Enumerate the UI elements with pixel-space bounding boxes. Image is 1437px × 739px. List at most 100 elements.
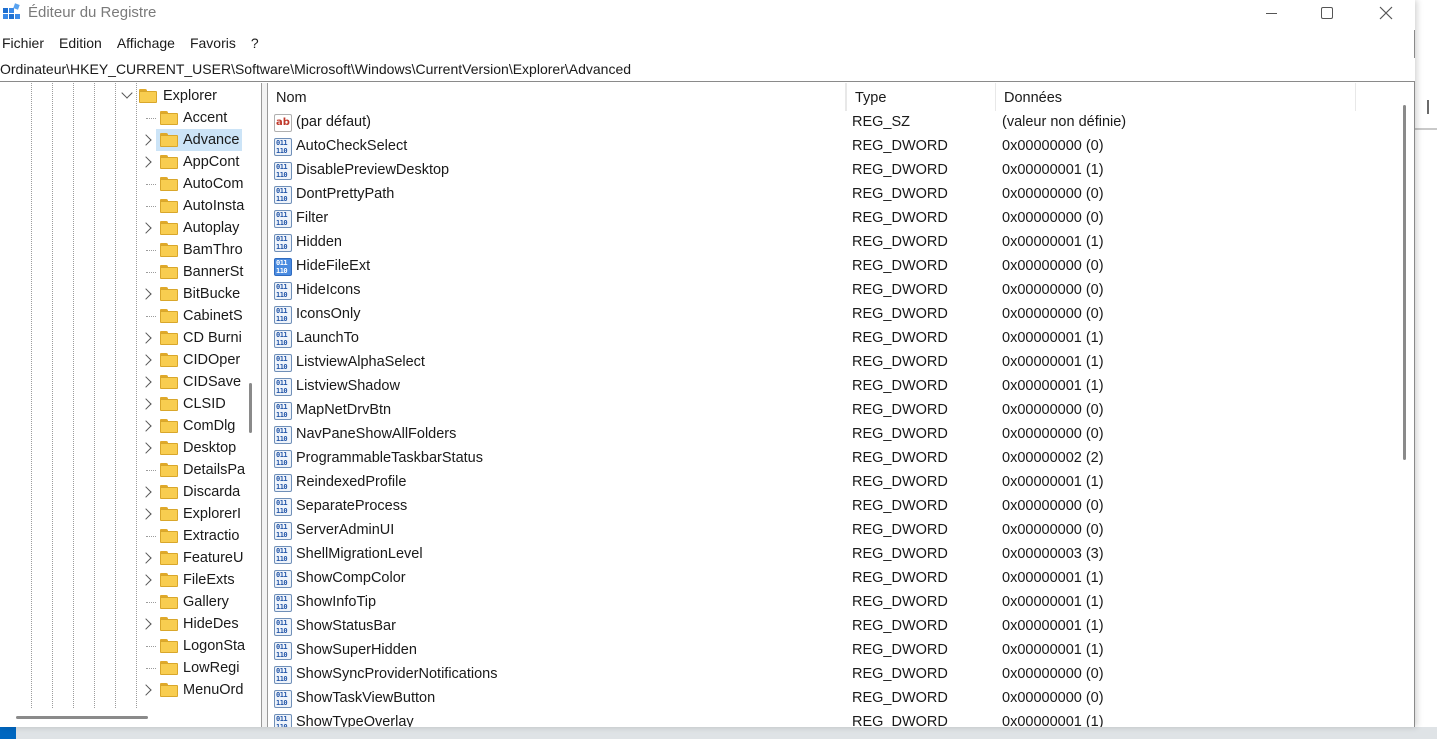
chevron-right-icon[interactable]: [140, 574, 152, 586]
minimize-button[interactable]: [1242, 0, 1300, 26]
tree-item-label[interactable]: HideDes: [183, 613, 239, 635]
menu-item[interactable]: Affichage: [115, 32, 182, 56]
address-bar[interactable]: Ordinateur\HKEY_CURRENT_USER\Software\Mi…: [0, 58, 1415, 82]
value-row[interactable]: ab (par défaut) REG_SZ (valeur non définie): [268, 111, 1394, 135]
folder-icon-body: [160, 245, 178, 257]
tree-item-label[interactable]: CD Burni: [183, 327, 242, 349]
value-row[interactable]: 011 110 HideIcons REG_DWORD 0x00000000 (0): [268, 279, 1394, 303]
value-name: DisablePreviewDesktop: [296, 162, 450, 178]
chevron-right-icon[interactable]: [140, 376, 152, 388]
tree-guide-line: [94, 83, 95, 708]
value-row[interactable]: 011 110 DisablePreviewDesktop REG_DWORD 0x00…: [268, 159, 1394, 183]
tree-item-label[interactable]: BannerSt: [183, 261, 243, 283]
chevron-right-icon[interactable]: [140, 684, 152, 696]
tree-horizontal-scroll-thumb[interactable]: [16, 716, 148, 719]
value-row[interactable]: 011 110 ListviewAlphaSelect REG_DWORD 0x0000…: [268, 351, 1394, 375]
value-row[interactable]: 011 110 Hidden REG_DWORD 0x00000001 (1): [268, 231, 1394, 255]
value-row[interactable]: 011 110 ShowSuperHidden REG_DWORD 0x00000001…: [268, 639, 1394, 663]
tree-item-label[interactable]: AutoCom: [183, 173, 243, 195]
dword-glyph: 011 110: [276, 499, 288, 515]
menu-item[interactable]: Fichier: [0, 32, 51, 56]
value-row[interactable]: 011 110 Filter REG_DWORD 0x00000000 (0): [268, 207, 1394, 231]
value-row[interactable]: 011 110 ShowStatusBar REG_DWORD 0x00000001 (…: [268, 615, 1394, 639]
title-bar[interactable]: Éditeur du Registre: [0, 0, 1415, 30]
tree-item-label[interactable]: FeatureU: [183, 547, 243, 569]
dword-glyph-line: 110: [276, 290, 288, 299]
value-row[interactable]: 011 110 ShowTypeOverlay REG_DWORD 0x00000001…: [268, 711, 1394, 727]
value-row[interactable]: 011 110 ShowCompColor REG_DWORD 0x00000001 (…: [268, 567, 1394, 591]
tree-item-label[interactable]: BamThro: [183, 239, 243, 261]
value-row[interactable]: 011 110 DontPrettyPath REG_DWORD 0x00000000 …: [268, 183, 1394, 207]
value-name: (par défaut): [296, 114, 371, 130]
tree-item-label[interactable]: CabinetS: [183, 305, 243, 327]
value-row[interactable]: 011 110 HideFileExt REG_DWORD 0x00000000 (0): [268, 255, 1394, 279]
tree-item-label[interactable]: CIDSave: [183, 371, 241, 393]
value-row[interactable]: 011 110 NavPaneShowAllFolders REG_DWORD 0x00…: [268, 423, 1394, 447]
menu-item[interactable]: Favoris: [188, 32, 243, 56]
values-vertical-scrollbar[interactable]: [1394, 83, 1414, 727]
tree-item-label[interactable]: LogonSta: [183, 635, 245, 657]
folder-icon: [160, 463, 178, 477]
column-header-name[interactable]: Nom: [268, 83, 846, 111]
chevron-right-icon[interactable]: [140, 552, 152, 564]
address-path[interactable]: Ordinateur\HKEY_CURRENT_USER\Software\Mi…: [0, 61, 631, 77]
column-header-type[interactable]: Type: [846, 83, 996, 111]
chevron-right-icon[interactable]: [140, 618, 152, 630]
chevron-right-icon[interactable]: [140, 332, 152, 344]
value-row[interactable]: 011 110 MapNetDrvBtn REG_DWORD 0x00000000 (0…: [268, 399, 1394, 423]
tree-item-label[interactable]: BitBucke: [183, 283, 240, 305]
menu-item[interactable]: Edition: [57, 32, 109, 56]
tree-item-label[interactable]: MenuOrd: [183, 679, 243, 701]
chevron-down-icon[interactable]: [121, 87, 133, 99]
chevron-right-icon[interactable]: [140, 508, 152, 520]
tree-item-label[interactable]: AppCont: [183, 151, 239, 173]
dword-value-icon: 011 110: [274, 426, 292, 444]
tree-item-label[interactable]: DetailsPa: [183, 459, 245, 481]
value-row[interactable]: 011 110 IconsOnly REG_DWORD 0x00000000 (0): [268, 303, 1394, 327]
tree-item-label[interactable]: Gallery: [183, 591, 229, 613]
chevron-right-icon[interactable]: [140, 288, 152, 300]
tree-item-label[interactable]: Discarda: [183, 481, 240, 503]
tree-item-label[interactable]: ComDlg: [183, 415, 235, 437]
value-row[interactable]: 011 110 ShowTaskViewButton REG_DWORD 0x00000…: [268, 687, 1394, 711]
value-row[interactable]: 011 110 ShellMigrationLevel REG_DWORD 0x0000…: [268, 543, 1394, 567]
tree-item-label[interactable]: LowRegi: [183, 657, 239, 679]
values-vertical-scroll-thumb[interactable]: [1403, 105, 1406, 460]
chevron-right-icon[interactable]: [140, 420, 152, 432]
tree-horizontal-scrollbar[interactable]: [0, 712, 261, 726]
dword-glyph: 011 110: [276, 715, 288, 727]
close-button[interactable]: [1357, 0, 1415, 26]
chevron-right-icon[interactable]: [140, 222, 152, 234]
chevron-right-icon[interactable]: [140, 354, 152, 366]
value-row[interactable]: 011 110 ReindexedProfile REG_DWORD 0x0000000…: [268, 471, 1394, 495]
value-row[interactable]: 011 110 ShowInfoTip REG_DWORD 0x00000001 (1): [268, 591, 1394, 615]
tree-item-label[interactable]: ExplorerI: [183, 503, 241, 525]
chevron-right-icon[interactable]: [140, 442, 152, 454]
value-row[interactable]: 011 110 ProgrammableTaskbarStatus REG_DWORD…: [268, 447, 1394, 471]
key-tree-pane[interactable]: Explorer Accent Advance AppCont AutoCom AutoI…: [0, 83, 262, 727]
tree-item-label[interactable]: CIDOper: [183, 349, 240, 371]
value-row[interactable]: 011 110 ListviewShadow REG_DWORD 0x00000001 …: [268, 375, 1394, 399]
maximize-button[interactable]: [1298, 0, 1356, 26]
column-header-data[interactable]: Données: [996, 83, 1356, 111]
tree-item-label[interactable]: Extractio: [183, 525, 239, 547]
tree-item-label[interactable]: Advance: [183, 129, 239, 151]
tree-item-label[interactable]: FileExts: [183, 569, 235, 591]
tree-item-label[interactable]: Accent: [183, 107, 227, 129]
tree-vertical-scroll-thumb[interactable]: [249, 383, 252, 433]
tree-item-label[interactable]: Explorer: [163, 85, 217, 107]
value-row[interactable]: 011 110 LaunchTo REG_DWORD 0x00000001 (1): [268, 327, 1394, 351]
chevron-right-icon[interactable]: [140, 134, 152, 146]
tree-item-label[interactable]: AutoInsta: [183, 195, 244, 217]
tree-item-label[interactable]: Desktop: [183, 437, 236, 459]
value-row[interactable]: 011 110 ShowSyncProviderNotifications REG_D…: [268, 663, 1394, 687]
value-row[interactable]: 011 110 ServerAdminUI REG_DWORD 0x00000000 (…: [268, 519, 1394, 543]
tree-item-label[interactable]: CLSID: [183, 393, 226, 415]
value-row[interactable]: 011 110 AutoCheckSelect REG_DWORD 0x00000000…: [268, 135, 1394, 159]
menu-item[interactable]: ?: [249, 32, 266, 56]
tree-item-label[interactable]: Autoplay: [183, 217, 239, 239]
chevron-right-icon[interactable]: [140, 398, 152, 410]
chevron-right-icon[interactable]: [140, 486, 152, 498]
chevron-right-icon[interactable]: [140, 156, 152, 168]
value-row[interactable]: 011 110 SeparateProcess REG_DWORD 0x00000000…: [268, 495, 1394, 519]
